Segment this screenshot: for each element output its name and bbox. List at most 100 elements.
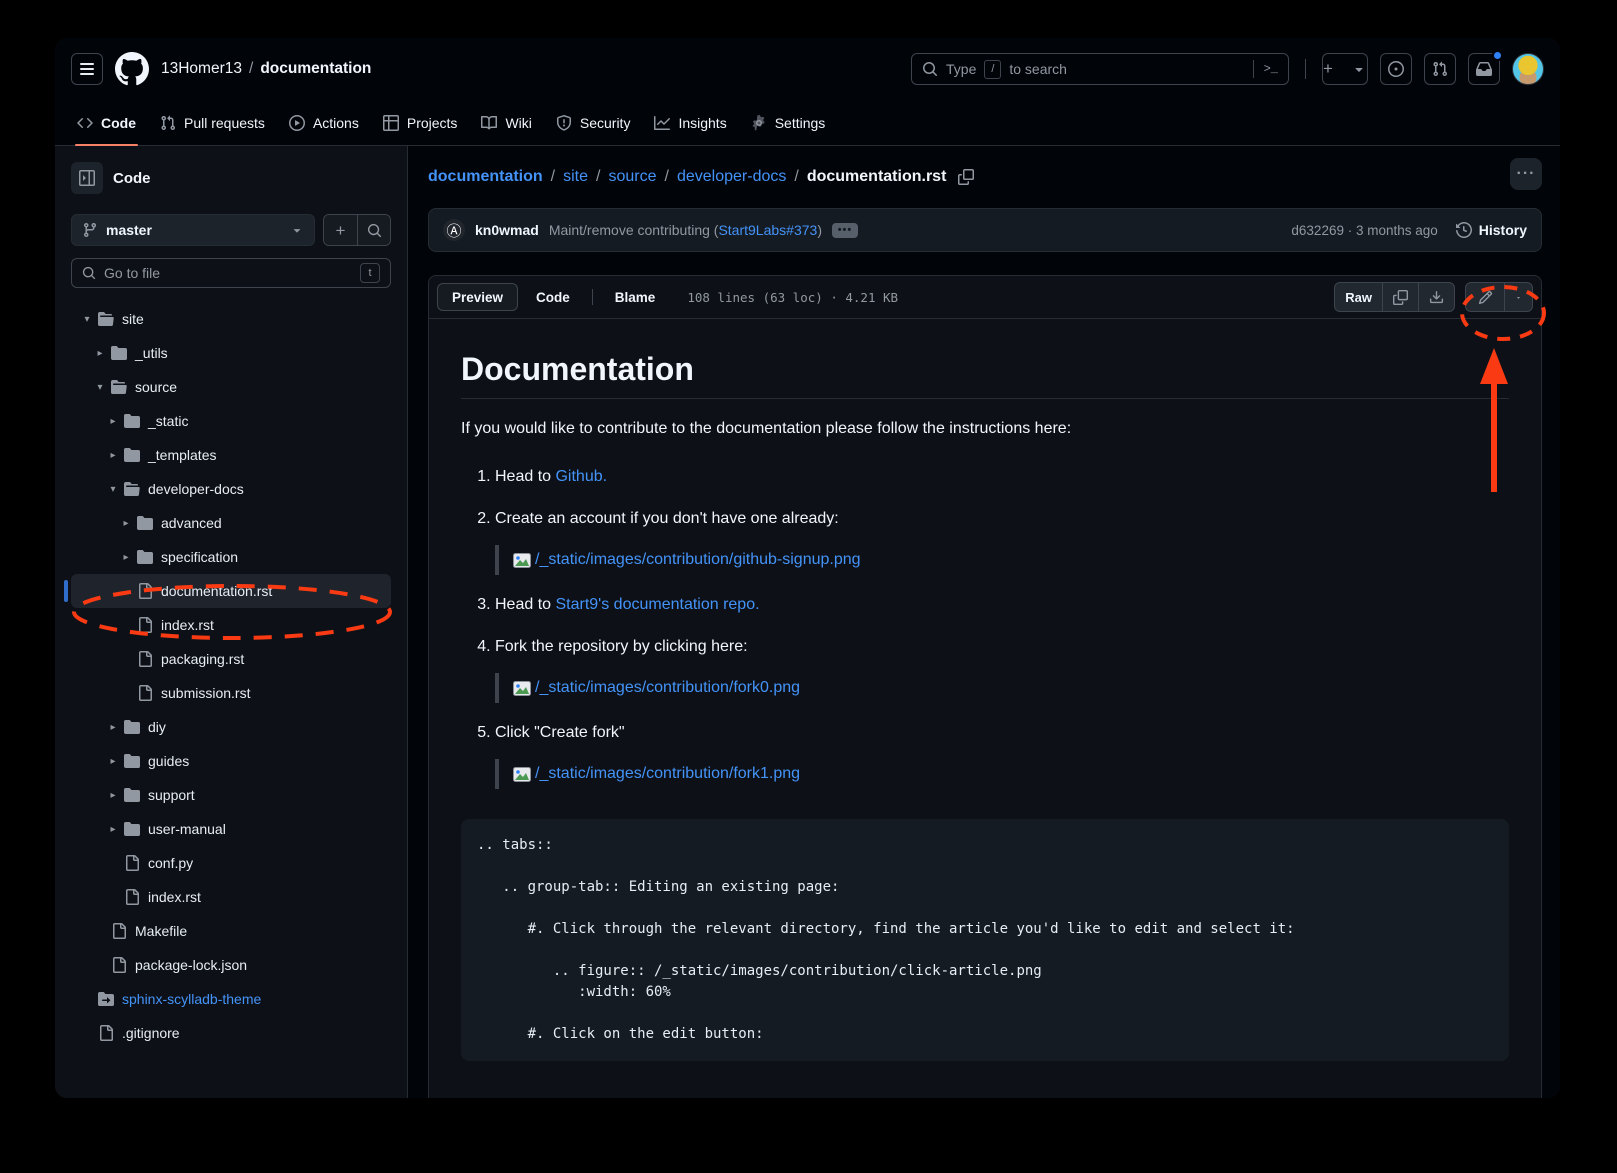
copy-path-icon[interactable] [958, 169, 974, 185]
tree-item-label: developer-docs [148, 481, 244, 497]
tree-item-diy[interactable]: ▸diy [71, 710, 391, 744]
collapse-sidebar-button[interactable] [71, 162, 103, 194]
tree-item-source[interactable]: ▾source [71, 370, 391, 404]
repo-owner-link[interactable]: 13Homer13 [161, 60, 242, 78]
tree-item-documentation-rst[interactable]: documentation.rst [71, 574, 391, 608]
file-icon [137, 685, 153, 701]
notifications-button[interactable] [1468, 53, 1500, 85]
create-new-button[interactable]: + [1322, 53, 1368, 85]
chevron-right-icon: ▸ [105, 416, 121, 427]
edit-file-button[interactable] [1466, 283, 1504, 311]
tab-wiki[interactable]: Wiki [471, 100, 541, 145]
repo-name-link[interactable]: documentation [260, 60, 371, 78]
tab-settings[interactable]: Settings [741, 100, 836, 145]
tree-item-advanced[interactable]: ▸advanced [71, 506, 391, 540]
list-item: Create an account if you don't have one … [495, 507, 1509, 575]
breadcrumb-separator: / [249, 60, 253, 78]
image-link[interactable]: /_static/images/contribution/fork0.png [535, 676, 800, 700]
image-blockquote: /_static/images/contribution/fork0.png [495, 673, 1509, 703]
current-branch: master [106, 222, 152, 238]
image-link[interactable]: /_static/images/contribution/fork1.png [535, 762, 800, 786]
pull-requests-button[interactable] [1424, 53, 1456, 85]
folder-icon [124, 719, 140, 735]
commit-message-expand-button[interactable]: ••• [832, 223, 858, 238]
edit-dropdown-button[interactable] [1504, 283, 1532, 311]
gear-icon [751, 115, 767, 131]
latest-commit-bar: Ⓐ kn0wmad Maint/remove contributing (Sta… [428, 208, 1542, 252]
tree-item-support[interactable]: ▸support [71, 778, 391, 812]
tree-item-guides[interactable]: ▸guides [71, 744, 391, 778]
chevron-down-icon [1351, 61, 1367, 77]
tree-item-sphinx-scylladb-theme[interactable]: sphinx-scylladb-theme [71, 982, 391, 1016]
commit-author-avatar[interactable]: Ⓐ [443, 219, 465, 241]
search-tree-button[interactable] [357, 215, 390, 245]
folder-open-icon [98, 311, 114, 327]
tab-preview[interactable]: Preview [437, 283, 518, 311]
tree-item--templates[interactable]: ▸_templates [71, 438, 391, 472]
go-to-file-placeholder: Go to file [104, 265, 160, 281]
search-placeholder-post: to search [1009, 61, 1067, 77]
tab-code-view[interactable]: Code [522, 283, 584, 311]
tab-pull-requests[interactable]: Pull requests [150, 100, 275, 145]
tree-item-specification[interactable]: ▸specification [71, 540, 391, 574]
t-key-badge: t [360, 263, 380, 283]
breadcrumb-repo-link[interactable]: documentation [428, 168, 543, 186]
commit-sha-age[interactable]: d632269 · 3 months ago [1291, 223, 1437, 238]
search-input[interactable]: Type / to search >_ [911, 53, 1289, 85]
tree-item-makefile[interactable]: Makefile [71, 914, 391, 948]
list-item: Head to Start9's documentation repo. [495, 593, 1509, 617]
branch-selector[interactable]: master [71, 214, 315, 246]
issues-button[interactable] [1380, 53, 1412, 85]
commit-message-close: ) [817, 222, 822, 238]
rendered-document: Documentation If you would like to contr… [429, 319, 1541, 1085]
raw-button[interactable]: Raw [1335, 283, 1382, 311]
broken-image-icon [513, 553, 531, 568]
tree-item-package-lock-json[interactable]: package-lock.json [71, 948, 391, 982]
tab-insights[interactable]: Insights [644, 100, 736, 145]
go-to-file-input[interactable]: Go to file t [71, 258, 391, 288]
tab-blame[interactable]: Blame [601, 283, 670, 311]
tree-item-label: support [148, 787, 195, 803]
commit-author[interactable]: kn0wmad [475, 222, 539, 238]
tree-item-user-manual[interactable]: ▸user-manual [71, 812, 391, 846]
tree-item-label: advanced [161, 515, 222, 531]
more-options-button[interactable]: ··· [1510, 158, 1542, 190]
github-link[interactable]: Github. [555, 468, 607, 485]
copy-icon [1393, 290, 1408, 305]
tree-item-submission-rst[interactable]: submission.rst [71, 676, 391, 710]
search-icon [922, 61, 938, 77]
document-intro: If you would like to contribute to the d… [461, 417, 1509, 441]
tree-item--gitignore[interactable]: .gitignore [71, 1016, 391, 1050]
copy-raw-button[interactable] [1382, 283, 1418, 311]
commit-pr-link[interactable]: Start9Labs#373 [718, 222, 817, 238]
breadcrumb-source-link[interactable]: source [608, 168, 656, 186]
tree-item-conf-py[interactable]: conf.py [71, 846, 391, 880]
history-button[interactable]: History [1456, 222, 1527, 238]
avatar[interactable] [1512, 53, 1544, 85]
file-info: 108 lines (63 loc) · 4.21 KB [687, 290, 898, 305]
start9-repo-link[interactable]: Start9's documentation repo. [555, 596, 759, 613]
hamburger-menu-button[interactable] [71, 53, 103, 85]
tree-item-site[interactable]: ▾site [71, 302, 391, 336]
image-link[interactable]: /_static/images/contribution/github-sign… [535, 548, 861, 572]
tab-label: Settings [775, 115, 826, 131]
breadcrumb-site-link[interactable]: site [563, 168, 588, 186]
command-palette-icon[interactable]: >_ [1253, 60, 1278, 78]
tree-item--utils[interactable]: ▸_utils [71, 336, 391, 370]
tab-projects[interactable]: Projects [373, 100, 468, 145]
tree-item-index-rst[interactable]: index.rst [71, 880, 391, 914]
tab-security[interactable]: Security [546, 100, 641, 145]
tree-item-index-rst[interactable]: index.rst [71, 608, 391, 642]
tree-item-label: _static [148, 413, 188, 429]
tree-item-developer-docs[interactable]: ▾developer-docs [71, 472, 391, 506]
tab-actions[interactable]: Actions [279, 100, 369, 145]
github-logo-icon[interactable] [115, 52, 149, 86]
broken-image-icon [513, 681, 531, 696]
tree-item-packaging-rst[interactable]: packaging.rst [71, 642, 391, 676]
tree-item--static[interactable]: ▸ _static [71, 404, 391, 438]
breadcrumb-developer-docs-link[interactable]: developer-docs [677, 168, 786, 186]
tab-code[interactable]: Code [67, 100, 146, 145]
new-file-button[interactable]: + [324, 215, 357, 245]
download-raw-button[interactable] [1418, 283, 1454, 311]
tab-label: Wiki [505, 115, 531, 131]
